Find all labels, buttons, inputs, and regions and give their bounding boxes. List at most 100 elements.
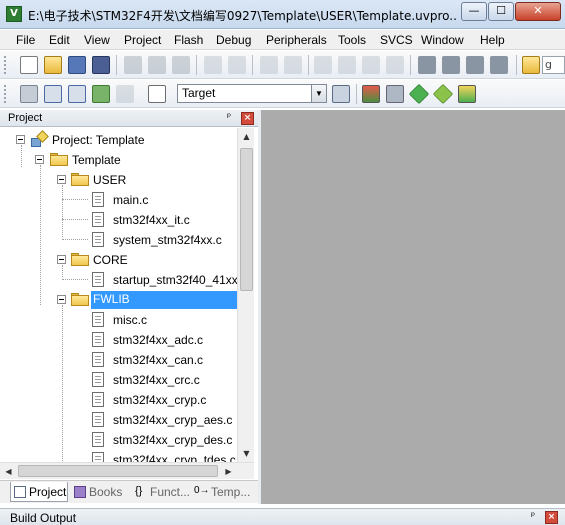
- navigate-forward-icon[interactable]: [284, 56, 302, 74]
- navigate-back-icon[interactable]: [260, 56, 278, 74]
- scroll-up-icon[interactable]: ▲: [238, 128, 255, 145]
- tab-templates[interactable]: 0→ Temp...: [193, 482, 253, 502]
- close-panel-icon[interactable]: ×: [241, 112, 254, 125]
- stop-build-icon[interactable]: [116, 85, 134, 103]
- tree-file[interactable]: stm32f4xx_cryp.c: [0, 390, 237, 410]
- collapse-toggle-icon[interactable]: [57, 255, 66, 264]
- chevron-down-icon[interactable]: ▼: [311, 85, 326, 102]
- tree-file[interactable]: stm32f4xx_cryp_aes.c: [0, 410, 237, 430]
- scroll-right-icon[interactable]: ▶: [220, 463, 237, 480]
- collapse-toggle-icon[interactable]: [57, 295, 66, 304]
- menu-help[interactable]: Help: [480, 33, 505, 47]
- manage-multi-project-icon[interactable]: [386, 85, 404, 103]
- tab-books[interactable]: Books: [71, 482, 129, 502]
- scroll-down-icon[interactable]: ▼: [238, 445, 255, 462]
- close-panel-icon[interactable]: ×: [545, 511, 558, 524]
- close-window-button[interactable]: ✕: [515, 2, 561, 21]
- batch-build-icon[interactable]: [92, 85, 110, 103]
- tree-file[interactable]: stm32f4xx_adc.c: [0, 330, 237, 350]
- editor-area[interactable]: [261, 110, 565, 504]
- tree-file[interactable]: misc.c: [0, 310, 237, 330]
- paste-icon[interactable]: [172, 56, 190, 74]
- menu-project[interactable]: Project: [124, 33, 161, 47]
- tree-vertical-scrollbar[interactable]: ▲ ▼: [237, 128, 254, 462]
- open-folder-icon[interactable]: [44, 56, 62, 74]
- menu-debug[interactable]: Debug: [216, 33, 251, 47]
- tree-file[interactable]: stm32f4xx_cryp_tdes.c: [0, 450, 237, 462]
- save-icon[interactable]: [68, 56, 86, 74]
- tree-file[interactable]: main.c: [0, 190, 237, 210]
- scroll-thumb[interactable]: [18, 465, 218, 477]
- cut-icon[interactable]: [124, 56, 142, 74]
- tree-horizontal-scrollbar[interactable]: ◀ ▶: [0, 462, 254, 479]
- menu-view[interactable]: View: [84, 33, 110, 47]
- manage-run-time-environment-icon[interactable]: [408, 83, 430, 105]
- collapse-toggle-icon[interactable]: [35, 155, 44, 164]
- tree-group-user[interactable]: USER: [0, 170, 237, 190]
- tab-functions[interactable]: {} Funct...: [132, 482, 190, 502]
- c-file-icon: [92, 452, 104, 462]
- tree-group-core[interactable]: CORE: [0, 250, 237, 270]
- project-tree[interactable]: Project: Template Template USER main.c s…: [0, 128, 237, 462]
- pack-installer-icon[interactable]: [458, 85, 476, 103]
- tree-file[interactable]: stm32f4xx_can.c: [0, 350, 237, 370]
- build-icon[interactable]: [44, 85, 62, 103]
- collapse-toggle-icon[interactable]: [57, 175, 66, 184]
- collapse-toggle-icon[interactable]: [16, 135, 25, 144]
- tree-file[interactable]: system_stm32f4xx.c: [0, 230, 237, 250]
- rebuild-icon[interactable]: [68, 85, 86, 103]
- new-file-icon[interactable]: [20, 56, 38, 74]
- pin-icon[interactable]: ᵖ: [223, 112, 235, 124]
- menu-tools[interactable]: Tools: [338, 33, 366, 47]
- c-file-icon: [92, 372, 104, 387]
- pin-icon[interactable]: ᵖ: [527, 511, 539, 523]
- tree-file[interactable]: stm32f4xx_cryp_des.c: [0, 430, 237, 450]
- c-file-icon: [92, 392, 104, 407]
- select-packs-icon[interactable]: [432, 83, 454, 105]
- next-bookmark-icon[interactable]: [362, 56, 380, 74]
- scroll-thumb[interactable]: [240, 148, 253, 291]
- indent-icon[interactable]: [418, 56, 436, 74]
- menu-svcs[interactable]: SVCS: [380, 33, 413, 47]
- menu-peripherals[interactable]: Peripherals: [266, 33, 327, 47]
- target-options-icon[interactable]: [332, 85, 350, 103]
- tree-file[interactable]: startup_stm32f40_41xxx.: [0, 270, 237, 290]
- tree-item-target[interactable]: Template: [0, 150, 237, 170]
- translate-icon[interactable]: [20, 85, 38, 103]
- c-file-icon: [92, 432, 104, 447]
- redo-icon[interactable]: [228, 56, 246, 74]
- find-input[interactable]: g: [542, 56, 565, 74]
- save-all-icon[interactable]: [92, 56, 110, 74]
- menu-flash[interactable]: Flash: [174, 33, 203, 47]
- find-in-files-icon[interactable]: [522, 56, 540, 74]
- load-download-icon[interactable]: [148, 85, 166, 103]
- prev-bookmark-icon[interactable]: [338, 56, 356, 74]
- toolbar-separator: [516, 55, 517, 75]
- tree-group-fwlib[interactable]: FWLIB: [0, 290, 237, 310]
- maximize-button[interactable]: ☐: [488, 2, 514, 21]
- manage-project-items-icon[interactable]: [362, 85, 380, 103]
- comment-icon[interactable]: [466, 56, 484, 74]
- menu-file[interactable]: File: [16, 33, 35, 47]
- menu-edit[interactable]: Edit: [49, 33, 70, 47]
- toolbar-grip[interactable]: [4, 85, 7, 103]
- tab-project[interactable]: Project: [10, 482, 68, 502]
- tree-item-project-root[interactable]: Project: Template: [0, 130, 237, 150]
- title-bar[interactable]: V E:\电子技术\STM32F4开发\文档编写0927\Template\US…: [0, 0, 565, 29]
- minimize-button[interactable]: —: [461, 2, 487, 21]
- uncomment-icon[interactable]: [490, 56, 508, 74]
- tree-file[interactable]: stm32f4xx_crc.c: [0, 370, 237, 390]
- target-select[interactable]: Target ▼: [177, 84, 327, 103]
- menu-window[interactable]: Window: [421, 33, 464, 47]
- keil-app-icon[interactable]: V: [6, 6, 22, 22]
- copy-icon[interactable]: [148, 56, 166, 74]
- scroll-left-icon[interactable]: ◀: [0, 463, 17, 480]
- unindent-icon[interactable]: [442, 56, 460, 74]
- undo-icon[interactable]: [204, 56, 222, 74]
- tree-file[interactable]: stm32f4xx_it.c: [0, 210, 237, 230]
- clear-bookmarks-icon[interactable]: [386, 56, 404, 74]
- tab-label: Funct...: [150, 485, 190, 499]
- books-icon: [74, 486, 86, 498]
- toolbar-grip[interactable]: [4, 56, 7, 74]
- bookmark-icon[interactable]: [314, 56, 332, 74]
